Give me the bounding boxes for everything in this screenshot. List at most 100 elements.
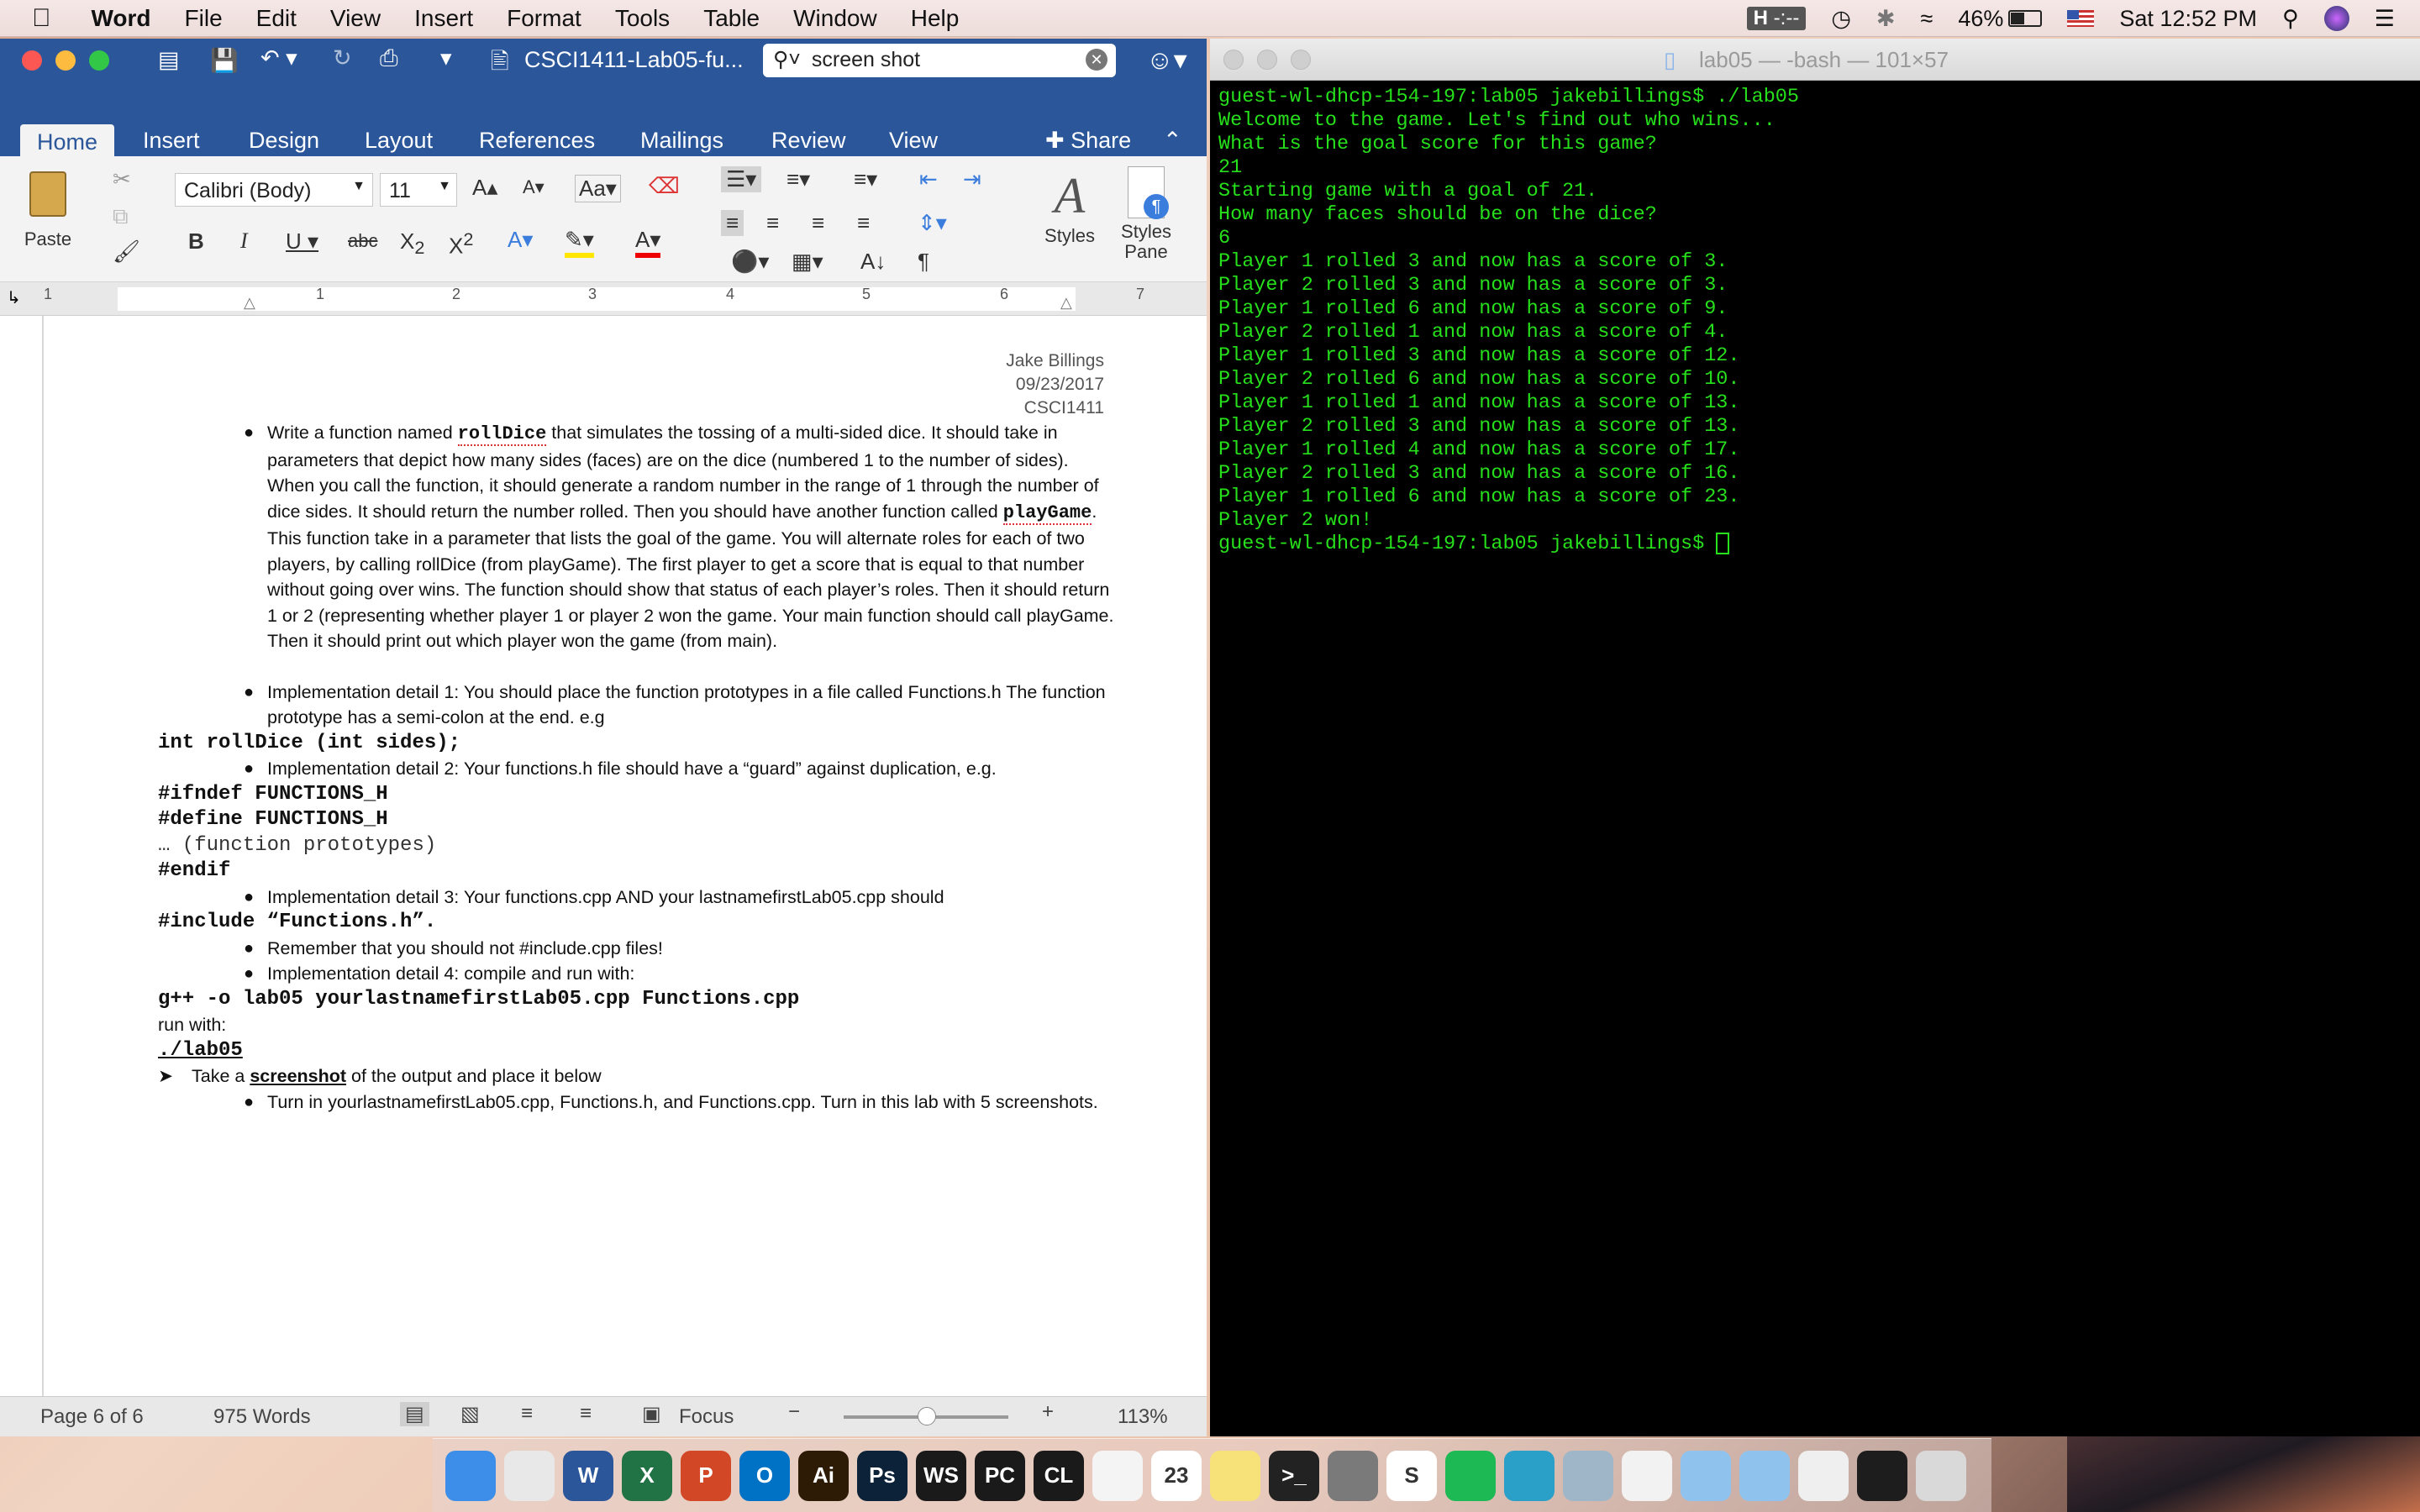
clock[interactable]: Sat 12:52 PM bbox=[2119, 6, 2257, 32]
align-right-icon[interactable]: ≡ bbox=[812, 210, 824, 236]
notes-icon[interactable] bbox=[1210, 1450, 1260, 1501]
powerpoint-icon[interactable]: P bbox=[681, 1450, 731, 1501]
menu-tools[interactable]: Tools bbox=[615, 5, 670, 32]
increase-indent-icon[interactable]: ⇥ bbox=[963, 166, 981, 192]
indent-marker[interactable]: △ bbox=[244, 294, 255, 312]
minimize-button[interactable] bbox=[55, 50, 76, 71]
apple-menu-icon[interactable]:  bbox=[32, 4, 51, 33]
borders-icon[interactable]: ▦▾ bbox=[792, 249, 823, 275]
excel-icon[interactable]: X bbox=[622, 1450, 672, 1501]
outline-icon[interactable]: ≡ bbox=[521, 1402, 533, 1425]
print-layout-icon[interactable]: ▤ bbox=[400, 1402, 429, 1426]
sort-icon[interactable]: A↓ bbox=[860, 249, 886, 275]
tab-review[interactable]: Review bbox=[771, 128, 846, 154]
menu-format[interactable]: Format bbox=[507, 5, 581, 32]
justify-icon[interactable]: ≡ bbox=[857, 210, 870, 236]
document-page[interactable]: Jake Billings 09/23/2017 CSCI1411 ● Write… bbox=[42, 316, 1207, 1436]
undo-icon[interactable]: ↶ ▾ bbox=[260, 45, 297, 71]
slack-icon[interactable]: S bbox=[1386, 1450, 1437, 1501]
zoom-in-icon[interactable]: + bbox=[1042, 1400, 1054, 1424]
bold-button[interactable]: B bbox=[188, 228, 204, 255]
copy-icon[interactable]: ⧉ bbox=[113, 203, 129, 230]
photoshop-icon[interactable]: Ps bbox=[857, 1450, 908, 1501]
finder-icon[interactable] bbox=[445, 1450, 496, 1501]
search-input[interactable]: screen shot bbox=[812, 48, 920, 71]
dropbox-folder-icon[interactable] bbox=[1681, 1450, 1731, 1501]
word-count[interactable]: 975 Words bbox=[213, 1405, 311, 1429]
tab-mailings[interactable]: Mailings bbox=[640, 128, 723, 154]
illustrator-icon[interactable]: Ai bbox=[798, 1450, 849, 1501]
preview-icon[interactable] bbox=[1563, 1450, 1613, 1501]
pycharm-icon[interactable]: PC bbox=[975, 1450, 1025, 1501]
menu-view[interactable]: View bbox=[330, 5, 381, 32]
terminal-window[interactable]: ▯ lab05 — -bash — 101×57 guest-wl-dhcp-1… bbox=[1210, 39, 2420, 1436]
chrome-icon[interactable] bbox=[504, 1450, 555, 1501]
terminal-output[interactable]: guest-wl-dhcp-154-197:lab05 jakebillings… bbox=[1218, 86, 2412, 556]
zoom-slider-thumb[interactable] bbox=[918, 1407, 936, 1425]
close-button[interactable] bbox=[1223, 50, 1244, 70]
tab-view[interactable]: View bbox=[889, 128, 938, 154]
collapse-ribbon-icon[interactable]: ⌃ bbox=[1163, 128, 1182, 154]
subscript-button[interactable]: X2 bbox=[400, 228, 424, 259]
font-size-select[interactable]: 11 ▼ bbox=[380, 173, 457, 207]
focus-label[interactable]: Focus bbox=[679, 1405, 734, 1429]
reminders-icon[interactable] bbox=[1092, 1450, 1143, 1501]
tab-design[interactable]: Design bbox=[249, 128, 319, 154]
h-status-item[interactable]: H -:-- bbox=[1746, 7, 1807, 30]
paste-button[interactable]: Paste bbox=[18, 171, 77, 250]
minimize-button[interactable] bbox=[1257, 50, 1277, 70]
customize-toolbar-icon[interactable]: ▾ bbox=[440, 45, 452, 71]
tab-references[interactable]: References bbox=[479, 128, 595, 154]
time-machine-icon[interactable]: ◷ bbox=[1831, 6, 1851, 32]
menu-insert[interactable]: Insert bbox=[414, 5, 473, 32]
file-icon[interactable] bbox=[1798, 1450, 1849, 1501]
styles-button[interactable]: A Styles bbox=[1032, 166, 1107, 247]
document-icon[interactable] bbox=[1622, 1450, 1672, 1501]
flag-icon[interactable] bbox=[2067, 10, 2095, 27]
calendar-icon[interactable]: 23 bbox=[1151, 1450, 1202, 1501]
terminal-icon[interactable]: >_ bbox=[1269, 1450, 1319, 1501]
spotlight-search-icon[interactable]: ⚲ bbox=[2282, 6, 2299, 32]
vpn-icon[interactable] bbox=[1504, 1450, 1555, 1501]
print-icon[interactable]: ⎙ bbox=[380, 45, 398, 72]
app-menu-word[interactable]: Word bbox=[92, 5, 151, 32]
document-body[interactable]: Jake Billings 09/23/2017 CSCI1411 ● Write… bbox=[158, 349, 1116, 1115]
numbering-icon[interactable]: ≡▾ bbox=[786, 166, 810, 192]
underline-button[interactable]: U ▾ bbox=[286, 228, 318, 255]
ruler[interactable]: ↳ 1 1 2 3 4 5 6 7 △ △ bbox=[0, 282, 1207, 316]
spotify-icon[interactable] bbox=[1445, 1450, 1496, 1501]
redo-icon[interactable]: ↻ bbox=[333, 45, 352, 71]
outlook-icon[interactable]: O bbox=[739, 1450, 790, 1501]
tab-stop-selector-icon[interactable]: ↳ bbox=[7, 287, 21, 308]
right-indent-marker[interactable]: △ bbox=[1060, 294, 1072, 312]
change-case-icon[interactable]: Aa▾ bbox=[575, 175, 621, 202]
shrink-font-icon[interactable]: A▾ bbox=[523, 176, 544, 198]
zoom-level[interactable]: 113% bbox=[1118, 1405, 1168, 1429]
font-color-icon[interactable]: A▾ bbox=[635, 227, 661, 258]
zoom-out-icon[interactable]: − bbox=[788, 1400, 800, 1424]
clear-formatting-icon[interactable]: ⌫ bbox=[649, 173, 680, 199]
align-center-icon[interactable]: ≡ bbox=[766, 210, 779, 236]
word-icon[interactable]: W bbox=[563, 1450, 613, 1501]
menu-help[interactable]: Help bbox=[911, 5, 960, 32]
decrease-indent-icon[interactable]: ⇤ bbox=[919, 166, 938, 192]
page-count[interactable]: Page 6 of 6 bbox=[40, 1405, 144, 1429]
trash-icon[interactable] bbox=[1916, 1450, 1966, 1501]
zoom-button[interactable] bbox=[89, 50, 109, 71]
superscript-button[interactable]: X2 bbox=[449, 228, 473, 260]
styles-pane-button[interactable]: ¶ Styles Pane bbox=[1113, 166, 1180, 262]
draft-icon[interactable]: ≡ bbox=[580, 1402, 592, 1425]
multilevel-list-icon[interactable]: ≡▾ bbox=[854, 166, 877, 192]
save-icon[interactable]: 💾 bbox=[210, 47, 239, 74]
system-preferences-icon[interactable] bbox=[1328, 1450, 1378, 1501]
tab-insert[interactable]: Insert bbox=[143, 128, 200, 154]
line-spacing-icon[interactable]: ⇕▾ bbox=[918, 210, 947, 236]
align-left-icon[interactable]: ≡ bbox=[721, 210, 744, 236]
highlight-color-icon[interactable]: ✎▾ bbox=[565, 227, 594, 258]
focus-icon[interactable]: ▣ bbox=[642, 1402, 661, 1426]
grow-font-icon[interactable]: A▴ bbox=[472, 175, 497, 201]
siri-icon[interactable] bbox=[2323, 6, 2349, 31]
zoom-button[interactable] bbox=[1291, 50, 1311, 70]
menu-table[interactable]: Table bbox=[703, 5, 760, 32]
terminal-window-icon[interactable] bbox=[1857, 1450, 1907, 1501]
